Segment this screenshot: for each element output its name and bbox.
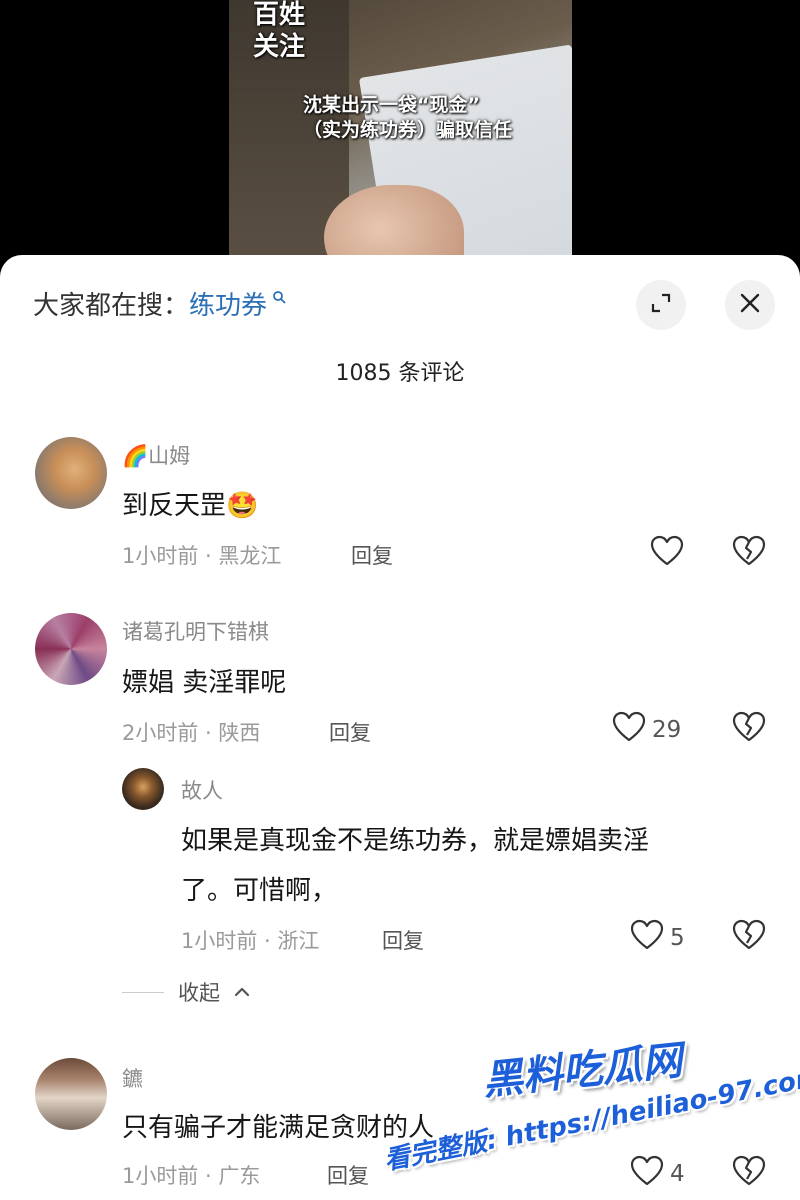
like-count: 29	[652, 717, 682, 743]
search-prefix: 大家都在搜：	[33, 291, 190, 321]
broken-heart-icon	[732, 919, 766, 955]
heart-icon	[612, 711, 646, 749]
collapse-replies-button[interactable]: 收起	[122, 977, 250, 1007]
dislike-button[interactable]	[732, 919, 766, 955]
search-icon	[267, 290, 286, 308]
like-button[interactable]	[650, 535, 690, 573]
star-struck-emoji: 🤩	[226, 491, 259, 521]
rainbow-emoji: 🌈	[122, 444, 149, 468]
username[interactable]: 鑣	[122, 1063, 143, 1093]
username[interactable]: 诸葛孔明下错棋	[122, 616, 269, 646]
comment-text: 嫖娼 卖淫罪呢	[122, 668, 287, 698]
reply-button[interactable]: 回复	[329, 717, 371, 747]
heart-icon	[650, 535, 684, 573]
like-button[interactable]: 5	[630, 919, 685, 957]
heart-icon	[630, 919, 664, 957]
reply-button[interactable]: 回复	[327, 1160, 369, 1190]
collapse-label: 收起	[178, 981, 220, 1005]
username[interactable]: 故人	[181, 775, 223, 805]
video-caption: 沈某出示一袋“现金”	[303, 94, 480, 116]
video-caption: （实为练功券）骗取信任	[303, 119, 513, 141]
avatar[interactable]	[122, 768, 164, 810]
dislike-button[interactable]	[732, 535, 766, 571]
broken-heart-icon	[732, 711, 766, 747]
avatar[interactable]	[35, 613, 107, 685]
like-count: 4	[670, 1161, 685, 1187]
dislike-button[interactable]	[732, 1155, 766, 1191]
broken-heart-icon	[732, 535, 766, 571]
close-icon	[739, 292, 761, 318]
reply-button[interactable]: 回复	[351, 540, 393, 570]
expand-button[interactable]	[636, 280, 686, 330]
divider	[122, 991, 164, 993]
like-button[interactable]: 29	[612, 711, 681, 749]
avatar[interactable]	[35, 1058, 107, 1130]
expand-icon	[650, 292, 672, 318]
comment-meta: 1小时前 · 浙江	[181, 929, 320, 953]
broken-heart-icon	[732, 1155, 766, 1191]
comment-text: 到反天罡🤩	[122, 491, 259, 521]
comment-text: 了。可惜啊，	[181, 876, 338, 906]
trending-search[interactable]: 大家都在搜：练功券	[33, 285, 286, 322]
search-term-link[interactable]: 练功券	[189, 291, 267, 321]
video-player[interactable]: 百姓 关注 沈某出示一袋“现金” （实为练功券）骗取信任	[0, 0, 800, 270]
avatar[interactable]	[35, 437, 107, 509]
like-button[interactable]: 4	[630, 1155, 685, 1193]
comment-count: 1085 条评论	[335, 361, 465, 386]
username[interactable]: 🌈山姆	[122, 440, 190, 470]
comment-meta: 1小时前 · 广东	[122, 1164, 261, 1188]
comment-meta: 2小时前 · 陕西	[122, 721, 261, 745]
close-button[interactable]	[725, 280, 775, 330]
comment-meta: 1小时前 · 黑龙江	[122, 544, 282, 568]
video-overlay-text: 关注	[253, 32, 306, 62]
comment-text: 如果是真现金不是练功券，就是嫖娼卖淫	[181, 826, 650, 856]
reply-button[interactable]: 回复	[382, 925, 424, 955]
like-count: 5	[670, 925, 685, 951]
chevron-up-icon	[234, 983, 250, 1002]
dislike-button[interactable]	[732, 711, 766, 747]
heart-icon	[630, 1155, 664, 1193]
